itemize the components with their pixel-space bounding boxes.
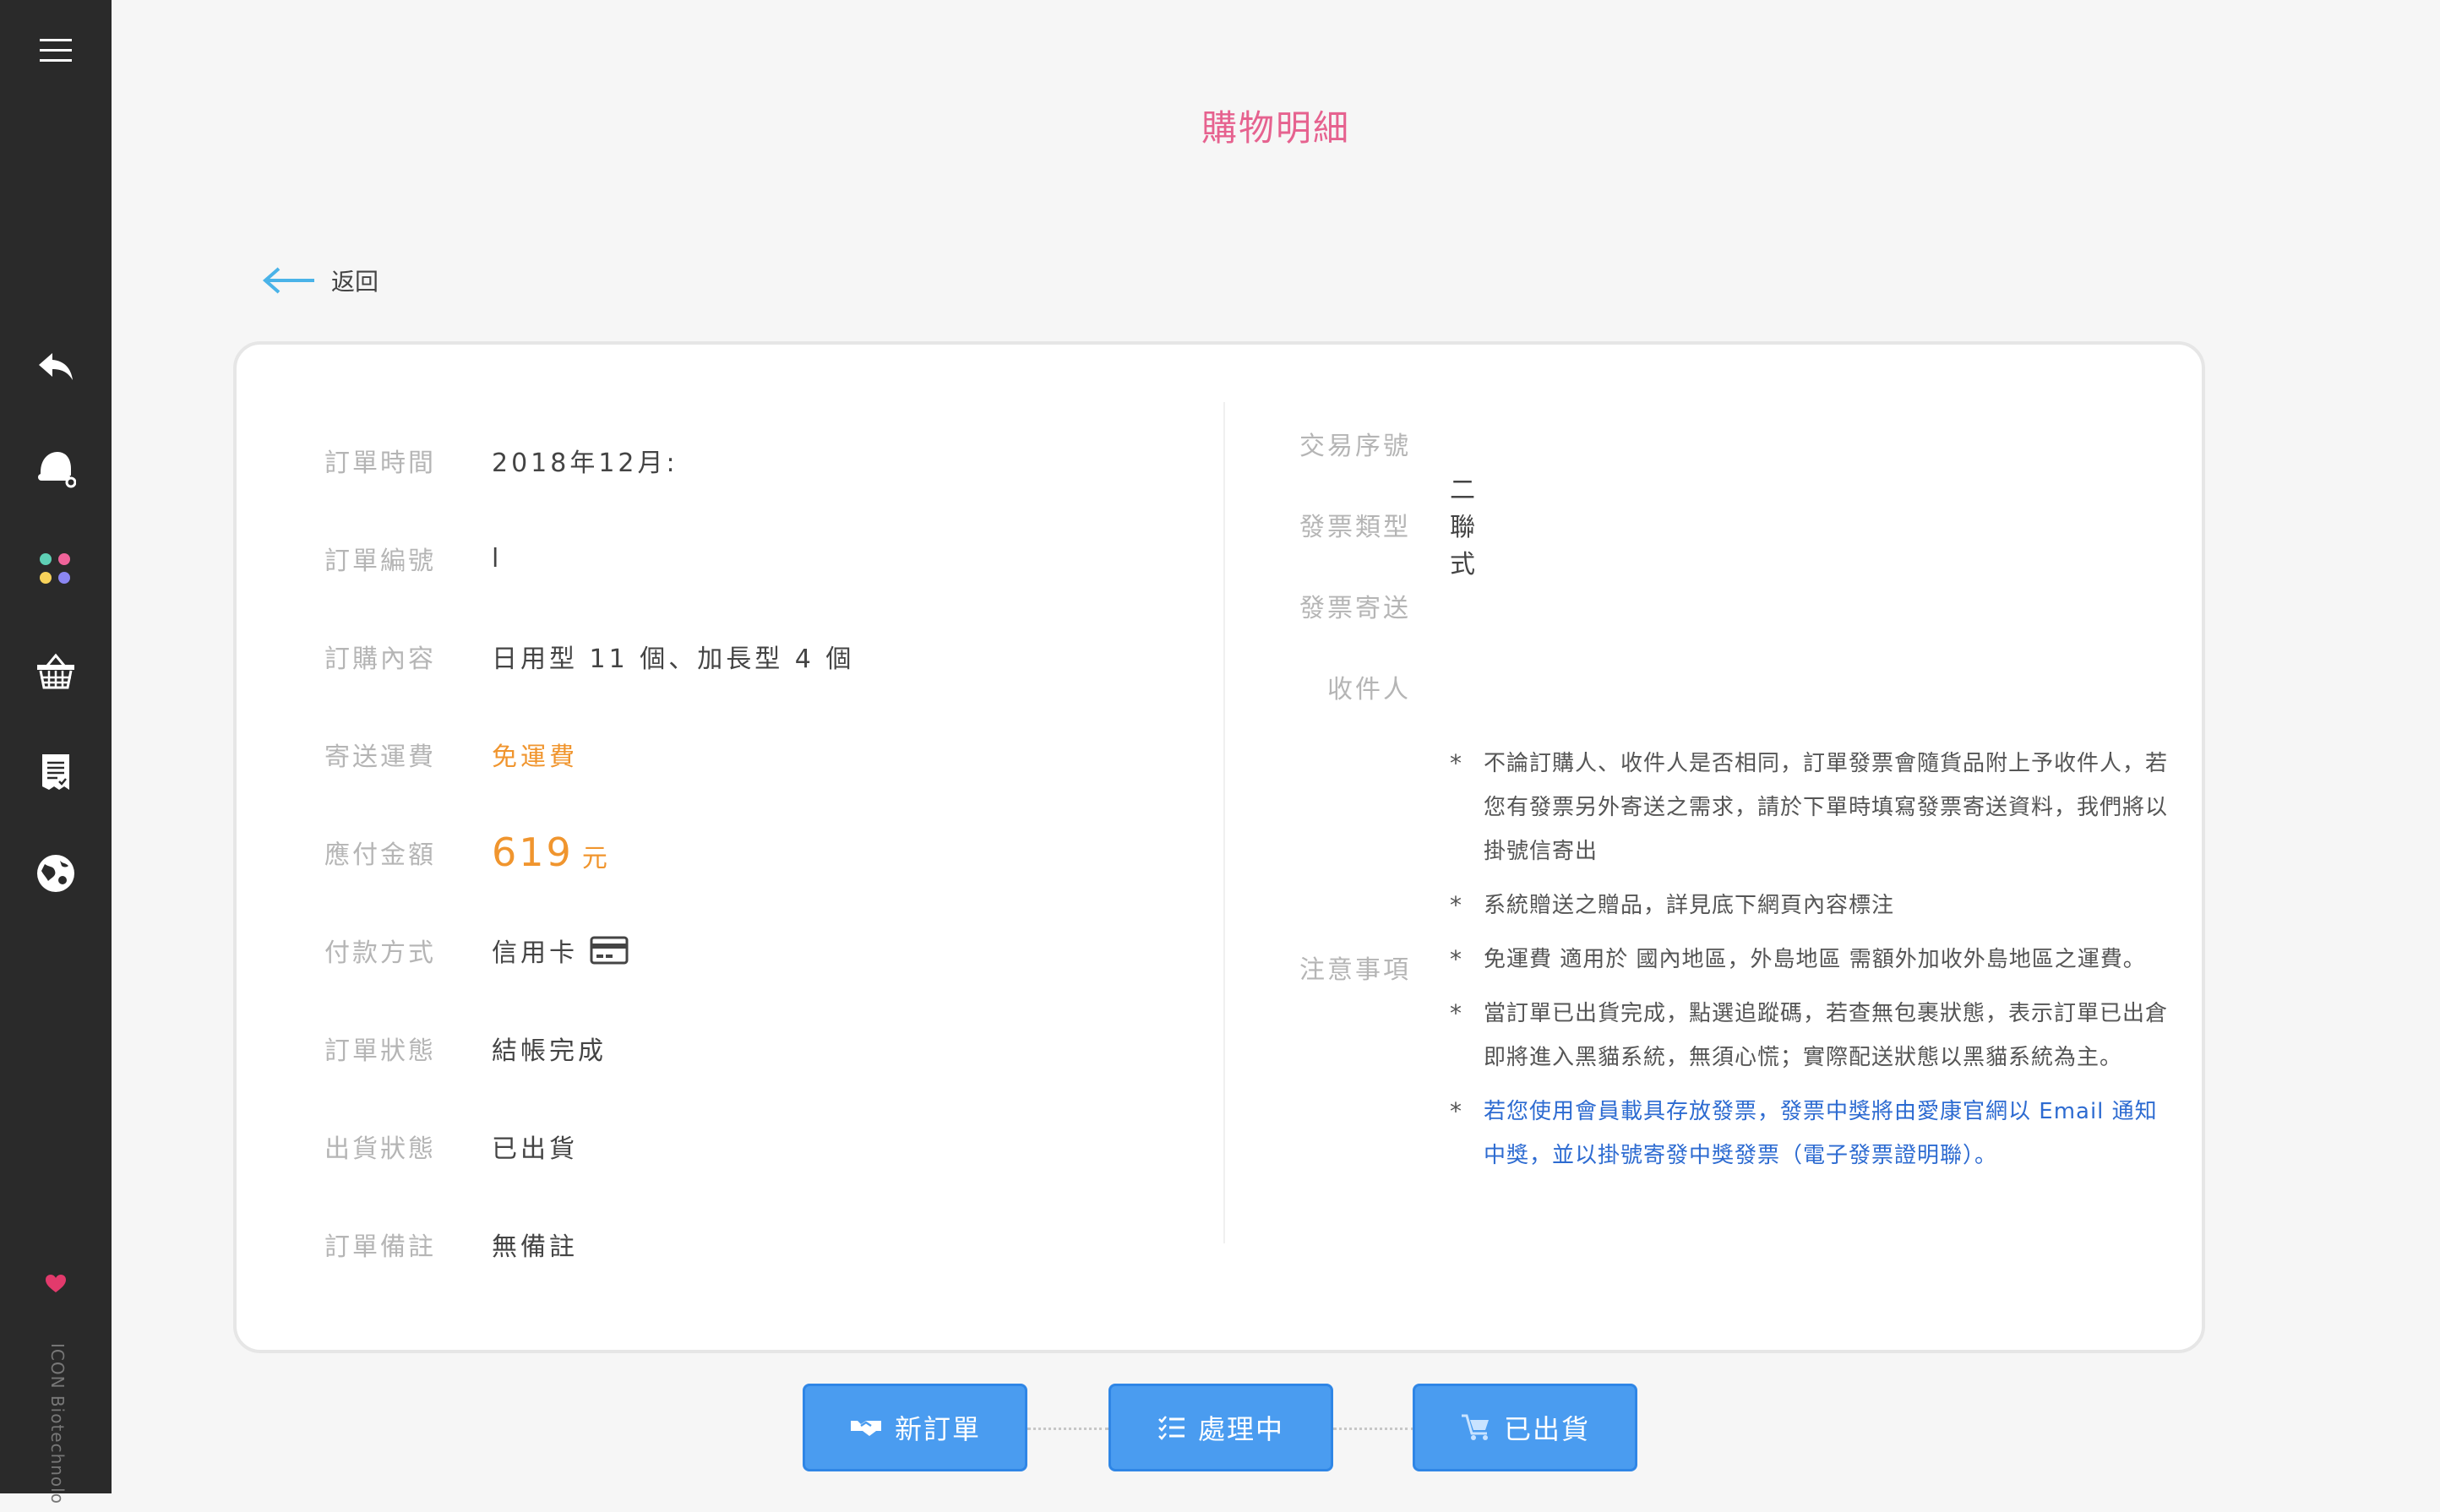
order-status-label: 訂單狀態: [324, 1036, 436, 1066]
invoice-send-label: 發票寄送: [1299, 594, 1411, 623]
order-content-label: 訂購內容: [324, 645, 436, 674]
menu-icon[interactable]: [0, 17, 112, 84]
amount-label: 應付金額: [324, 840, 436, 870]
note-item: * 不論訂購人、收件人是否相同，訂單發票會隨貨品附上予收件人，若您有發票另外寄送之…: [1450, 749, 2169, 864]
amount-value: 619: [492, 829, 574, 875]
notes-list: * 不論訂購人、收件人是否相同，訂單發票會隨貨品附上予收件人，若您有發票另外寄送之…: [1450, 742, 2168, 1188]
note-item: * 系統贈送之贈品，詳見底下網頁內容標注: [1450, 891, 1895, 919]
amount-value-group: 619 元: [492, 829, 611, 875]
delivery-status-value: 已出貨: [492, 1134, 578, 1164]
sidebar: ICON Biotechnolo: [0, 0, 112, 1504]
payment-value-group: 信用卡: [492, 932, 629, 969]
page-title: 購物明細: [1201, 107, 1350, 149]
back-label: 返回: [331, 268, 379, 296]
payment-label: 付款方式: [324, 938, 436, 968]
back-button[interactable]: 返回: [262, 264, 379, 297]
globe-logo-icon[interactable]: [0, 840, 112, 907]
step-new-order[interactable]: 新訂單: [803, 1384, 1027, 1471]
amount-unit: 元: [581, 844, 611, 873]
order-number-value: l: [492, 543, 503, 574]
heart-icon[interactable]: [0, 1267, 112, 1301]
step-connector: [1333, 1428, 1414, 1430]
shipping-fee-label: 寄送運費: [324, 742, 436, 772]
order-detail-card: 訂單時間 2018年12月: 訂單編號 l 訂購內容 日用型 11 個、加長型 …: [233, 341, 2205, 1353]
dots-grid-icon[interactable]: [0, 536, 112, 603]
step-label: 已出貨: [1503, 1413, 1590, 1445]
note-item-einvoice: * 若您使用會員載具存放發票，發票中獎將由愛康官網以 Email 通知中獎，並以掛…: [1450, 1097, 2158, 1168]
checklist-icon: [1158, 1416, 1185, 1440]
shipping-fee-value: 免運費: [492, 742, 578, 772]
order-remark-label: 訂單備註: [324, 1232, 436, 1262]
note-item: * 當訂單已出貨完成，點選追蹤碼，若查無包裹狀態，表示訂單已出倉即將進入黑貓系統，…: [1450, 999, 2169, 1070]
receipt-icon[interactable]: [0, 738, 112, 806]
santa-hat-icon[interactable]: [0, 434, 112, 502]
reply-icon[interactable]: [0, 333, 112, 400]
order-time-label: 訂單時間: [324, 449, 436, 478]
arrow-left-icon: [262, 267, 314, 294]
basket-icon[interactable]: [0, 637, 112, 704]
invoice-type-value: 二聯式: [1450, 476, 1478, 579]
step-label: 新訂單: [894, 1413, 981, 1445]
column-divider: [1223, 402, 1225, 1243]
step-processing[interactable]: 處理中: [1108, 1384, 1333, 1471]
delivery-status-label: 出貨狀態: [324, 1134, 436, 1164]
recipient-label: 收件人: [1327, 675, 1411, 704]
brand-text: ICON Biotechnolo: [47, 1343, 68, 1504]
note-item: * 免運費 適用於 國內地區，外島地區 需額外加收外島地區之運費。: [1450, 945, 2146, 973]
handshake-icon: [850, 1421, 881, 1436]
order-number-label: 訂單編號: [324, 547, 436, 576]
step-connector: [1027, 1428, 1108, 1430]
step-shipped[interactable]: 已出貨: [1413, 1384, 1637, 1471]
notes-label: 注意事項: [1299, 955, 1411, 985]
step-label: 處理中: [1197, 1413, 1284, 1445]
invoice-type-label: 發票類型: [1299, 513, 1411, 542]
order-status-value: 結帳完成: [492, 1036, 607, 1066]
txn-label: 交易序號: [1299, 432, 1411, 461]
cart-icon: [1461, 1414, 1489, 1440]
order-content-value: 日用型 11 個、加長型 4 個: [492, 645, 855, 674]
payment-value: 信用卡: [492, 938, 578, 968]
order-time-value: 2018年12月:: [492, 449, 678, 478]
credit-card-icon: [590, 936, 629, 965]
order-remark-value: 無備註: [492, 1232, 578, 1262]
